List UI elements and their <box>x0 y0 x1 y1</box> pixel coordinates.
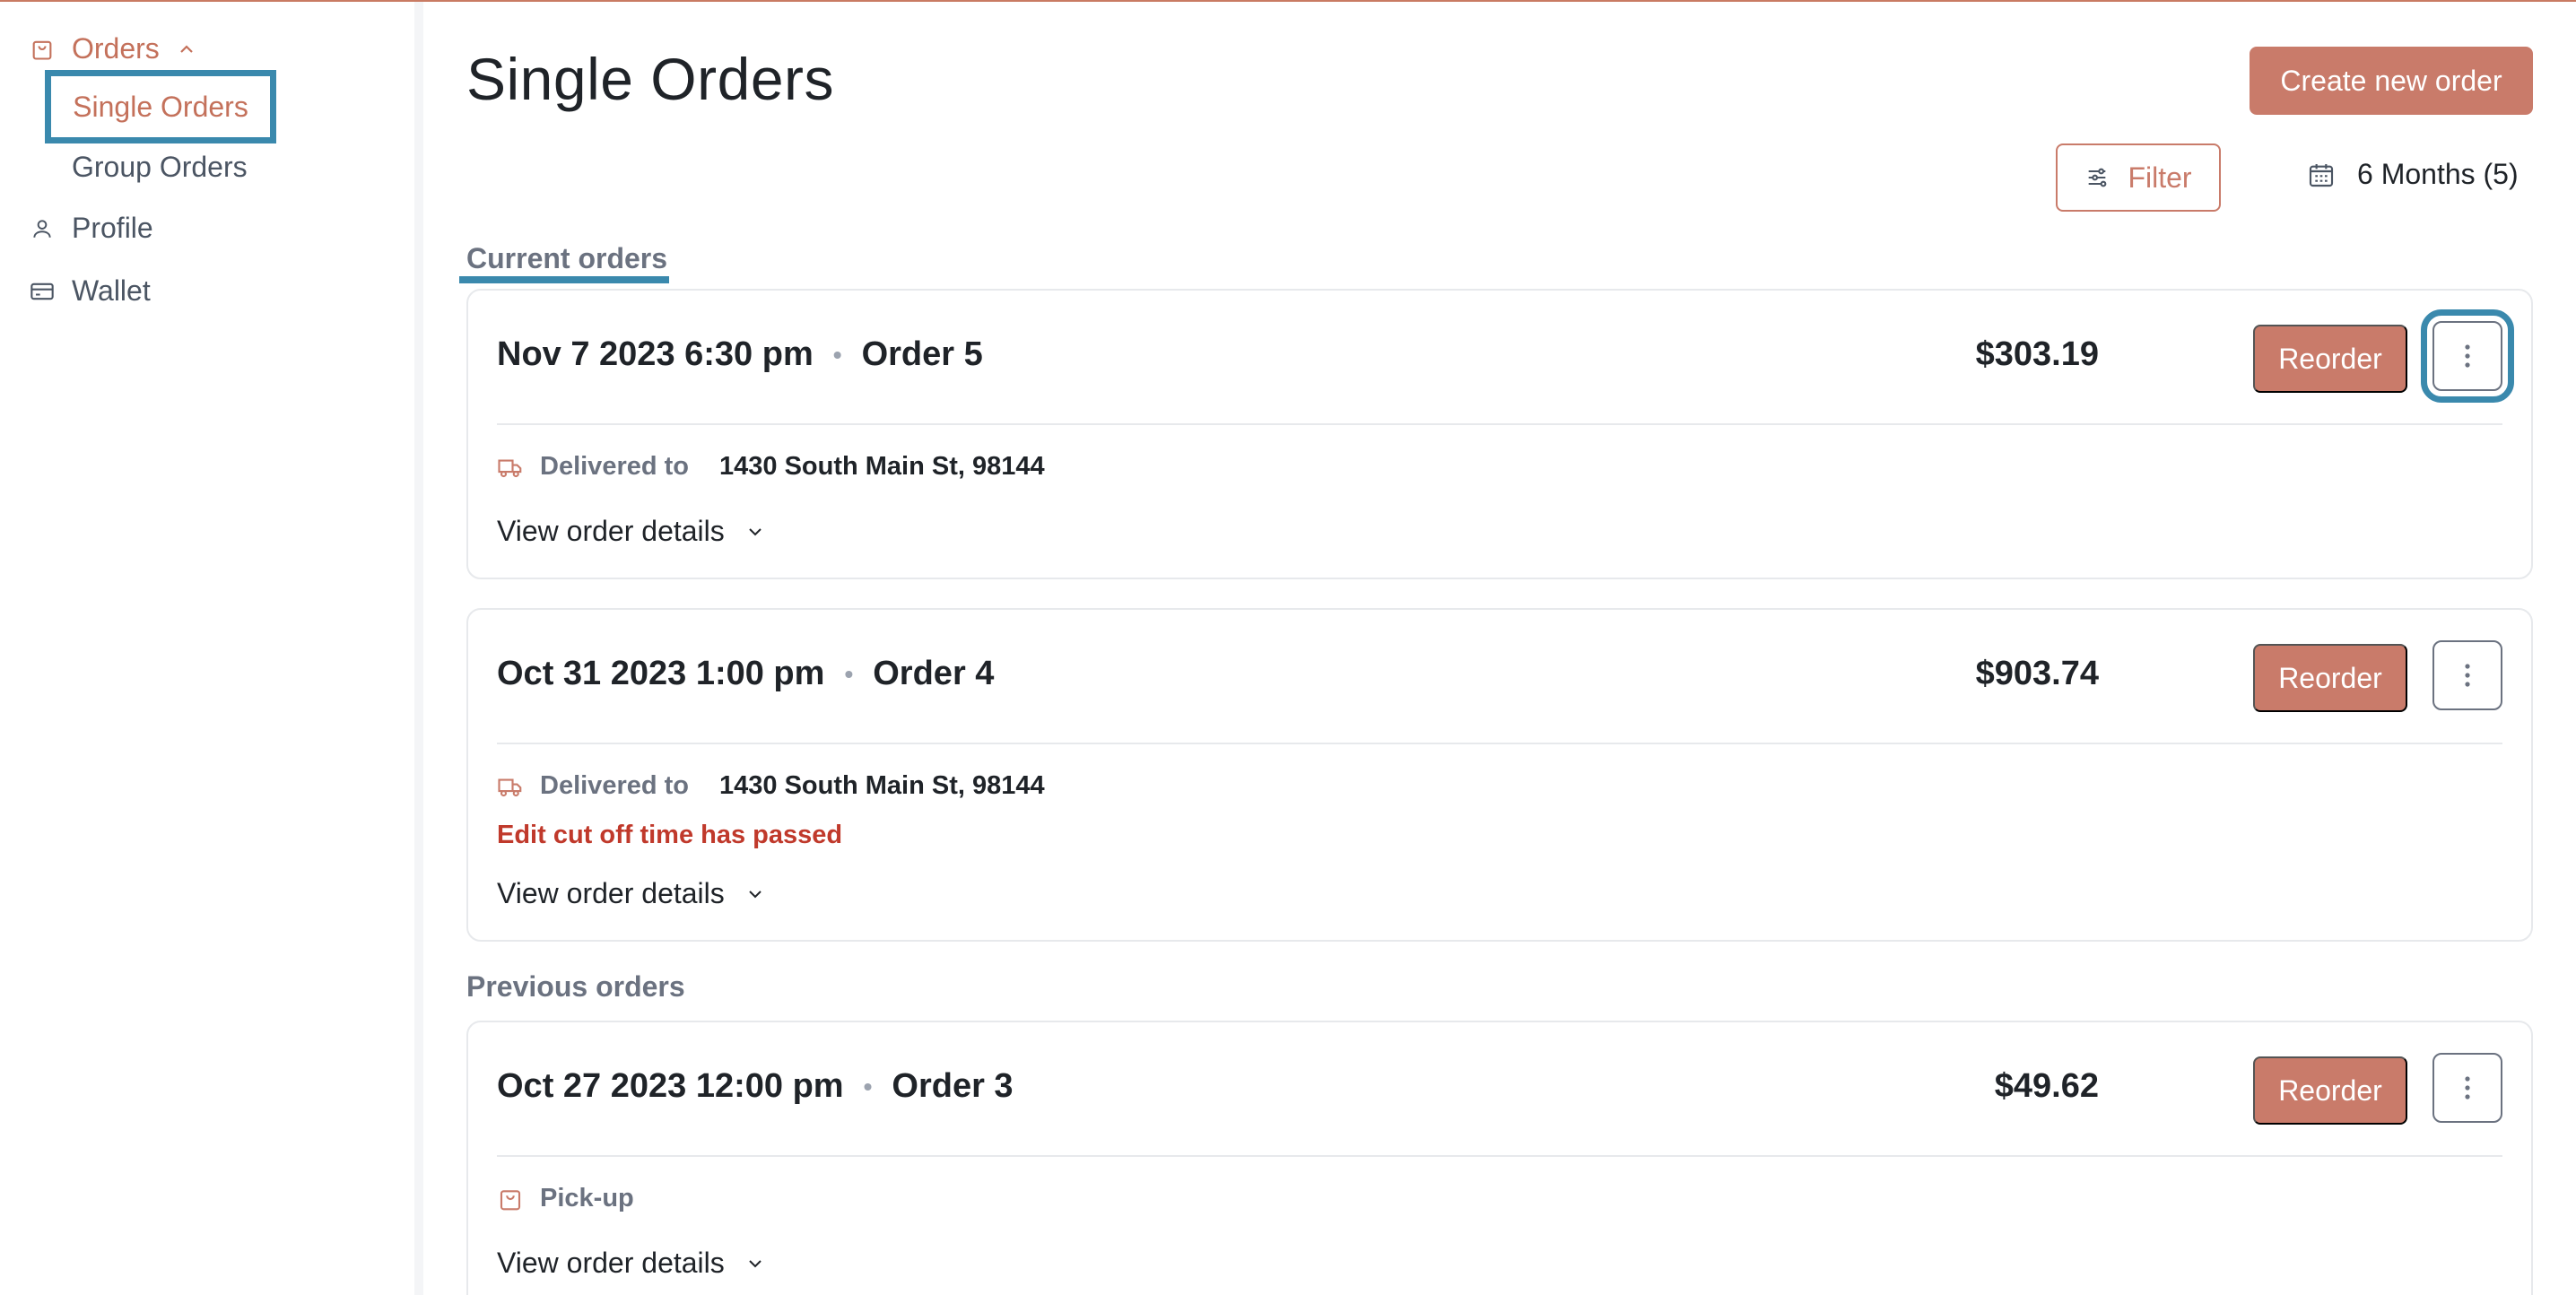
order-datetime: Oct 27 2023 12:00 pm <box>497 1067 844 1105</box>
truck-icon <box>497 454 524 481</box>
view-order-details-toggle[interactable]: View order details <box>497 877 766 910</box>
order-card-header: Oct 27 2023 12:00 pm • Order 3 $49.62 Re… <box>497 1022 2502 1157</box>
main-content: Single Orders Create new order Filter 6 … <box>432 2 2576 1295</box>
order-title: Oct 31 2023 1:00 pm • Order 4 <box>497 655 994 693</box>
shopping-bag-icon <box>497 1186 524 1212</box>
reorder-button[interactable]: Reorder <box>2253 1056 2407 1125</box>
filter-label: Filter <box>2128 161 2192 194</box>
sidebar-item-label: Profile <box>72 212 153 244</box>
chevron-down-icon <box>744 883 766 905</box>
separator-dot: • <box>844 659 854 688</box>
view-order-details-toggle[interactable]: View order details <box>497 1247 766 1280</box>
sidebar-item-group-orders[interactable]: Group Orders <box>72 151 248 184</box>
view-order-details-toggle[interactable]: View order details <box>497 515 766 548</box>
date-range-selector[interactable]: 6 Months (5) <box>2307 158 2519 191</box>
more-options-button[interactable] <box>2432 1053 2502 1123</box>
order-price: $903.74 <box>1975 655 2099 692</box>
order-card: Nov 7 2023 6:30 pm • Order 5 $303.19 Reo… <box>466 289 2533 579</box>
delivery-method-label: Delivered to <box>540 452 689 481</box>
filter-button[interactable]: Filter <box>2056 143 2221 212</box>
order-datetime: Nov 7 2023 6:30 pm <box>497 335 814 373</box>
more-vertical-icon <box>2465 664 2470 687</box>
chevron-down-icon <box>744 1253 766 1274</box>
order-number: Order 5 <box>861 335 983 373</box>
create-new-order-button[interactable]: Create new order <box>2250 47 2533 115</box>
order-title: Oct 27 2023 12:00 pm • Order 3 <box>497 1067 1014 1106</box>
separator-dot: • <box>863 1072 873 1100</box>
sidebar-item-single-orders[interactable]: Single Orders <box>45 70 276 143</box>
more-options-button[interactable] <box>2432 640 2502 710</box>
separator-dot: • <box>832 340 842 369</box>
more-vertical-icon <box>2465 344 2470 368</box>
more-vertical-icon <box>2465 1076 2470 1099</box>
tab-underline <box>459 276 669 283</box>
view-order-details-label: View order details <box>497 877 725 909</box>
order-number: Order 3 <box>892 1067 1014 1105</box>
shopping-bag-icon <box>29 36 56 63</box>
order-card: Oct 27 2023 12:00 pm • Order 3 $49.62 Re… <box>466 1021 2533 1295</box>
delivery-info: Delivered to 1430 South Main St, 98144 <box>497 771 1045 801</box>
view-order-details-label: View order details <box>497 515 725 547</box>
sidebar: Orders Single Orders Group Orders Profil… <box>0 2 423 1295</box>
calendar-icon <box>2307 161 2336 189</box>
order-card: Oct 31 2023 1:00 pm • Order 4 $903.74 Re… <box>466 608 2533 942</box>
cutoff-warning: Edit cut off time has passed <box>497 821 843 849</box>
reorder-button[interactable]: Reorder <box>2253 325 2407 393</box>
more-options-button[interactable] <box>2421 309 2514 403</box>
date-range-label: 6 Months (5) <box>2357 158 2519 190</box>
tab-current-orders[interactable]: Current orders <box>466 242 667 275</box>
sidebar-item-label: Orders <box>72 32 160 65</box>
chevron-down-icon <box>744 521 766 543</box>
order-card-header: Oct 31 2023 1:00 pm • Order 4 $903.74 Re… <box>497 610 2502 744</box>
delivery-address: 1430 South Main St, 98144 <box>719 771 1045 800</box>
order-card-header: Nov 7 2023 6:30 pm • Order 5 $303.19 Reo… <box>497 291 2514 425</box>
sidebar-item-profile[interactable]: Profile <box>29 212 153 245</box>
sidebar-item-orders[interactable]: Orders <box>29 32 197 65</box>
view-order-details-label: View order details <box>497 1247 725 1279</box>
delivery-method-label: Pick-up <box>540 1184 634 1212</box>
pickup-info: Pick-up <box>497 1184 719 1213</box>
delivery-info: Delivered to 1430 South Main St, 98144 <box>497 452 1045 482</box>
truck-icon <box>497 773 524 800</box>
chevron-up-icon <box>176 39 197 60</box>
order-title: Nov 7 2023 6:30 pm • Order 5 <box>497 335 983 374</box>
sliders-icon <box>2084 165 2110 190</box>
reorder-button[interactable]: Reorder <box>2253 644 2407 712</box>
sidebar-item-wallet[interactable]: Wallet <box>29 274 151 308</box>
sidebar-item-label: Wallet <box>72 274 151 307</box>
user-icon <box>29 215 56 242</box>
order-price: $303.19 <box>1975 335 2099 373</box>
order-number: Order 4 <box>873 655 995 692</box>
delivery-address: 1430 South Main St, 98144 <box>719 452 1045 481</box>
order-price: $49.62 <box>1994 1067 2099 1105</box>
previous-orders-heading: Previous orders <box>466 970 685 1003</box>
delivery-method-label: Delivered to <box>540 771 689 800</box>
order-datetime: Oct 31 2023 1:00 pm <box>497 655 825 692</box>
credit-card-icon <box>29 278 56 305</box>
page-title: Single Orders <box>466 46 835 112</box>
